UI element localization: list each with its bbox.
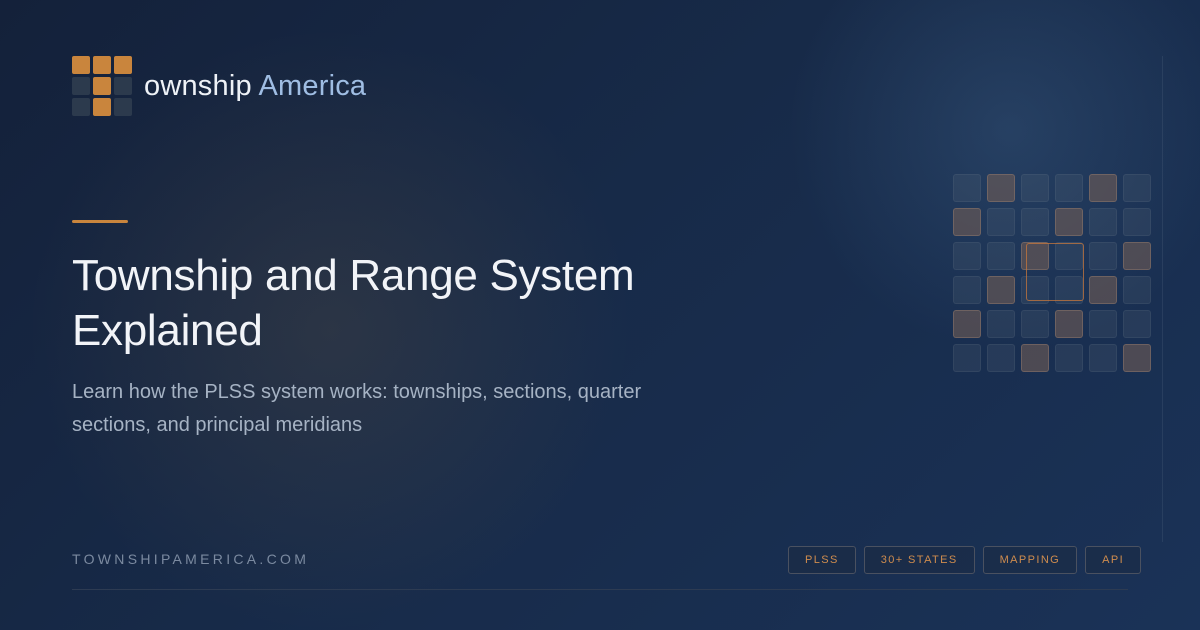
grid-cell (953, 344, 981, 372)
grid-cell (953, 310, 981, 338)
section-highlight (1026, 243, 1084, 301)
grid-cell (1021, 174, 1049, 202)
share-card: ownship America Township and Range Syste… (0, 0, 1200, 630)
grid-cell (1123, 208, 1151, 236)
grid-cell (1089, 276, 1117, 304)
grid-cell (1123, 242, 1151, 270)
grid-cell (953, 174, 981, 202)
grid-cell (1089, 310, 1117, 338)
page-subtitle: Learn how the PLSS system works: townshi… (72, 381, 642, 436)
grid-cell (1055, 344, 1083, 372)
brand-name-accent: America (258, 69, 367, 102)
grid-cell (1123, 174, 1151, 202)
grid-cell (1021, 310, 1049, 338)
grid-cell (1055, 310, 1083, 338)
grid-cell (953, 208, 981, 236)
accent-rule (72, 220, 128, 223)
tag-plss: PLSS (788, 546, 856, 574)
tag-list: PLSS 30+ STATES MAPPING API (788, 546, 1142, 574)
grid-cell (987, 344, 1015, 372)
tag-api: API (1085, 546, 1142, 574)
grid-cell (1021, 208, 1049, 236)
grid-cell (1123, 310, 1151, 338)
grid-cell (987, 310, 1015, 338)
site-domain[interactable]: TOWNSHIPAMERICA.COM (72, 551, 309, 567)
grid-cell (953, 242, 981, 270)
grid-cell (987, 242, 1015, 270)
grid-cell (1089, 242, 1117, 270)
grid-cell (1055, 174, 1083, 202)
vertical-divider (1162, 56, 1163, 542)
section-grid-icon (953, 174, 1153, 374)
tag-mapping: MAPPING (982, 546, 1078, 574)
grid-cell (953, 276, 981, 304)
brand-name: ownship America (144, 70, 366, 103)
footer-divider (72, 589, 1128, 590)
grid-cell (1089, 174, 1117, 202)
grid-cell (1021, 344, 1049, 372)
grid-cell (1123, 276, 1151, 304)
grid-cell (1055, 208, 1083, 236)
grid-cell (987, 208, 1015, 236)
brand-name-main: ownship (144, 69, 252, 102)
grid-cell (1123, 344, 1151, 372)
tag-states: 30+ STATES (863, 546, 975, 574)
township-grid-icon (72, 56, 132, 116)
grid-cell (987, 276, 1015, 304)
brand-logo[interactable]: ownship America (72, 56, 366, 116)
page-title: Township and Range System Explained (72, 251, 635, 355)
grid-cell (1089, 344, 1117, 372)
grid-cell (1089, 208, 1117, 236)
grid-cell (987, 174, 1015, 202)
